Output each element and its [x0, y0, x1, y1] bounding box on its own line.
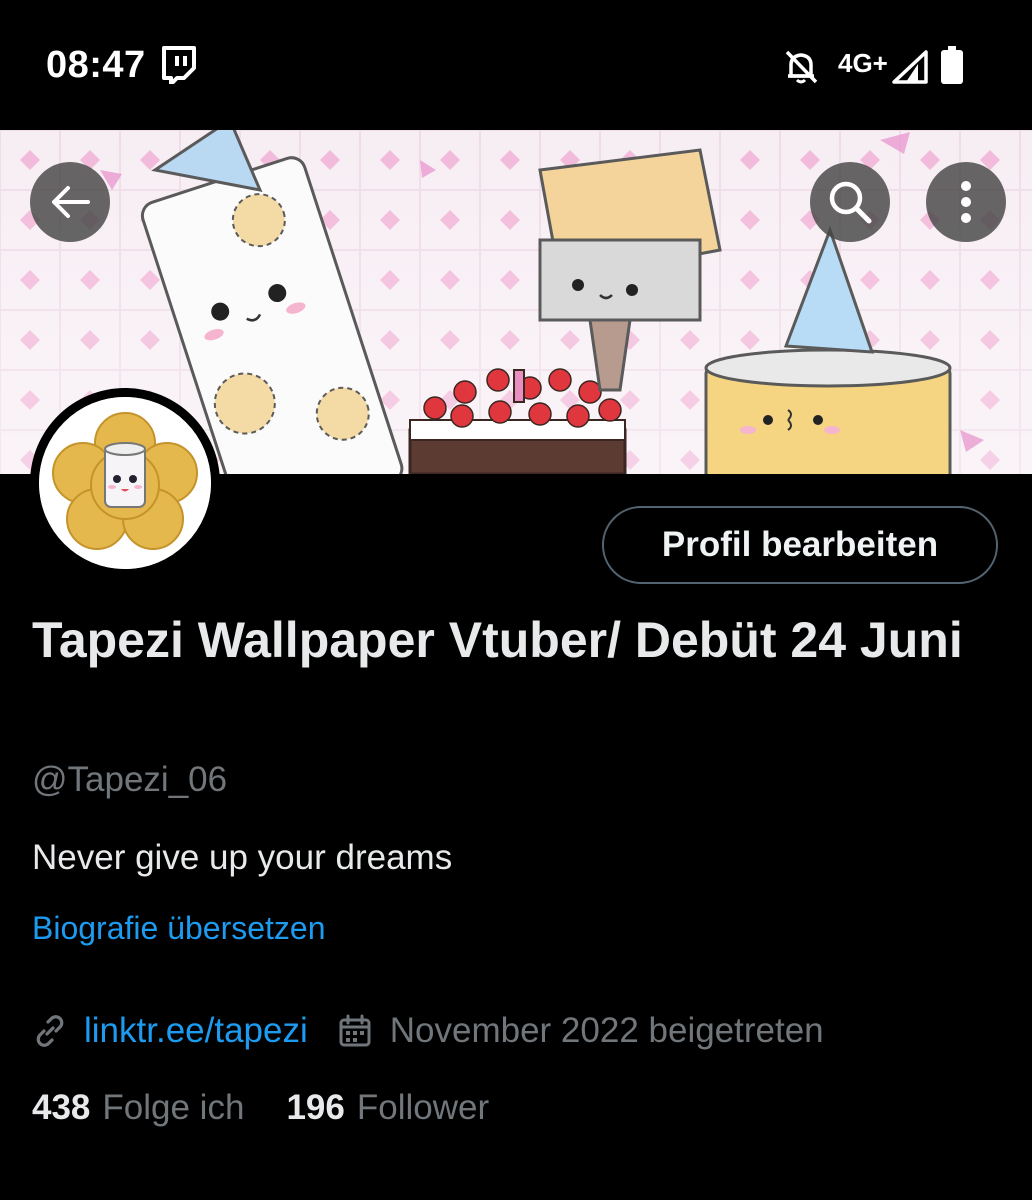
display-name: Tapezi Wallpaper Vtuber/ Debüt 24 Juni — [32, 612, 963, 668]
back-button[interactable] — [30, 162, 110, 242]
profile-screen: 08:47 4G+ Profil bearbeiten Tapezi Wallp… — [0, 0, 1032, 1200]
signal-icon — [892, 50, 928, 84]
more-options-button[interactable] — [926, 162, 1006, 242]
twitch-icon — [162, 46, 196, 84]
follow-stats: 438 Folge ich 196 Follower — [32, 1088, 489, 1128]
followers-label: Follower — [356, 1088, 490, 1127]
back-arrow-icon — [52, 186, 90, 218]
following-count: 438 — [32, 1088, 91, 1127]
bio-text: Never give up your dreams — [32, 838, 453, 877]
bell-off-icon — [785, 50, 818, 84]
following-label: Folge ich — [102, 1088, 245, 1127]
avatar[interactable] — [30, 388, 220, 578]
network-type: 4G+ — [838, 48, 888, 78]
followers-link[interactable]: 196 Follower — [286, 1088, 489, 1128]
translate-bio-link[interactable]: Biografie übersetzen — [32, 910, 326, 947]
followers-count: 196 — [286, 1088, 345, 1127]
search-icon — [829, 181, 872, 224]
following-link[interactable]: 438 Folge ich — [32, 1088, 244, 1128]
calendar-icon — [339, 1014, 371, 1047]
edit-profile-button[interactable]: Profil bearbeiten — [602, 506, 998, 584]
profile-meta: linktr.ee/tapezi November 2022 beigetret… — [32, 1006, 824, 1056]
search-button[interactable] — [810, 162, 890, 242]
status-time: 08:47 — [46, 44, 146, 86]
status-bar: 08:47 4G+ — [0, 0, 1032, 130]
profile-link[interactable]: linktr.ee/tapezi — [84, 1011, 308, 1051]
battery-icon — [941, 46, 963, 84]
avatar-image — [39, 397, 211, 569]
more-vertical-icon — [961, 181, 971, 223]
link-icon — [36, 1015, 64, 1047]
joined-date: November 2022 beigetreten — [389, 1011, 824, 1050]
user-handle: @Tapezi_06 — [32, 760, 228, 799]
